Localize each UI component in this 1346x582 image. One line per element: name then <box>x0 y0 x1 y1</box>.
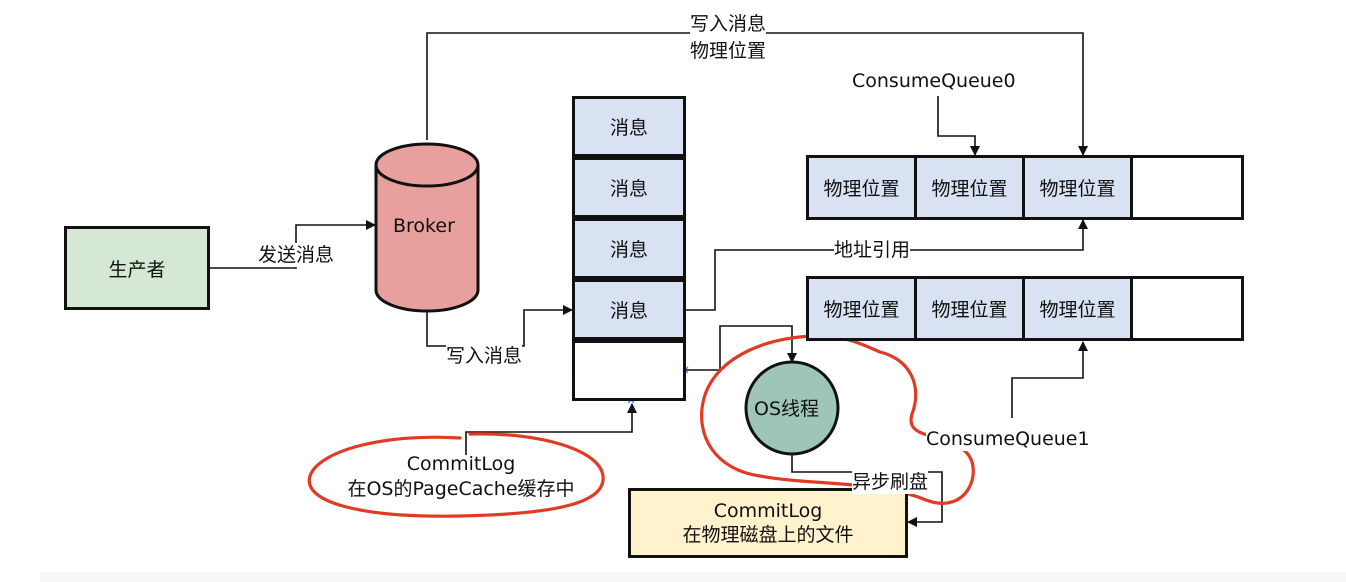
commitlog-cell: 消息 <box>572 279 686 340</box>
producer-label: 生产者 <box>108 258 166 281</box>
pagecache-note: CommitLog 在OS的PageCache缓存中 <box>318 452 604 502</box>
commitlog-stack: 消息 消息 消息 消息 <box>572 96 686 401</box>
label-async-flush: 异步刷盘 <box>852 470 929 494</box>
producer-box: 生产者 <box>64 226 210 310</box>
disk-file-line2: 在物理磁盘上的文件 <box>682 524 854 546</box>
commitlog-cell: 消息 <box>572 157 686 218</box>
queue-empty-cell <box>1130 276 1244 341</box>
pagecache-note-line1: CommitLog <box>406 453 516 475</box>
broker-label: Broker <box>393 215 455 237</box>
pagecache-note-line2: 在OS的PageCache缓存中 <box>347 478 575 500</box>
consume-queue-1: 物理位置 物理位置 物理位置 <box>806 276 1244 341</box>
commitlog-cell: 消息 <box>572 96 686 157</box>
consume-queue-0: 物理位置 物理位置 物理位置 <box>806 155 1244 220</box>
queue-cell: 物理位置 <box>914 155 1025 220</box>
queue-empty-cell <box>1130 155 1244 220</box>
label-write-message-top: 写入消息 <box>690 12 767 36</box>
commitlog-cell: 消息 <box>572 218 686 279</box>
disk-file-line1: CommitLog <box>713 500 823 522</box>
diagram-canvas: 生产者 Broker 消息 消息 消息 消息 物理位置 物理位置 物理位置 物理… <box>0 0 1346 582</box>
commitlog-empty-cell[interactable] <box>572 340 686 401</box>
disk-file-box: CommitLog 在物理磁盘上的文件 <box>628 488 908 558</box>
consume-queue-1-label: ConsumeQueue1 <box>926 427 1090 451</box>
edge-pagecache-note <box>465 403 637 455</box>
edge-broker-to-commitlog <box>426 305 573 347</box>
label-address-reference: 地址引用 <box>834 238 911 262</box>
queue-cell: 物理位置 <box>1022 276 1133 341</box>
label-physical-position-top: 物理位置 <box>690 40 767 62</box>
edge-queue1-label <box>1011 341 1088 418</box>
label-write-message-bottom: 写入消息 <box>446 344 523 368</box>
label-send-message: 发送消息 <box>258 243 335 267</box>
queue-cell: 物理位置 <box>806 276 917 341</box>
queue-cell: 物理位置 <box>1022 155 1133 220</box>
consume-queue-0-label: ConsumeQueue0 <box>852 69 1016 93</box>
queue-cell: 物理位置 <box>806 155 917 220</box>
queue-cell: 物理位置 <box>914 276 1025 341</box>
bottom-strip <box>40 572 1346 582</box>
edge-queue0-label <box>937 96 980 156</box>
os-thread-label: OS线程 <box>754 398 820 420</box>
